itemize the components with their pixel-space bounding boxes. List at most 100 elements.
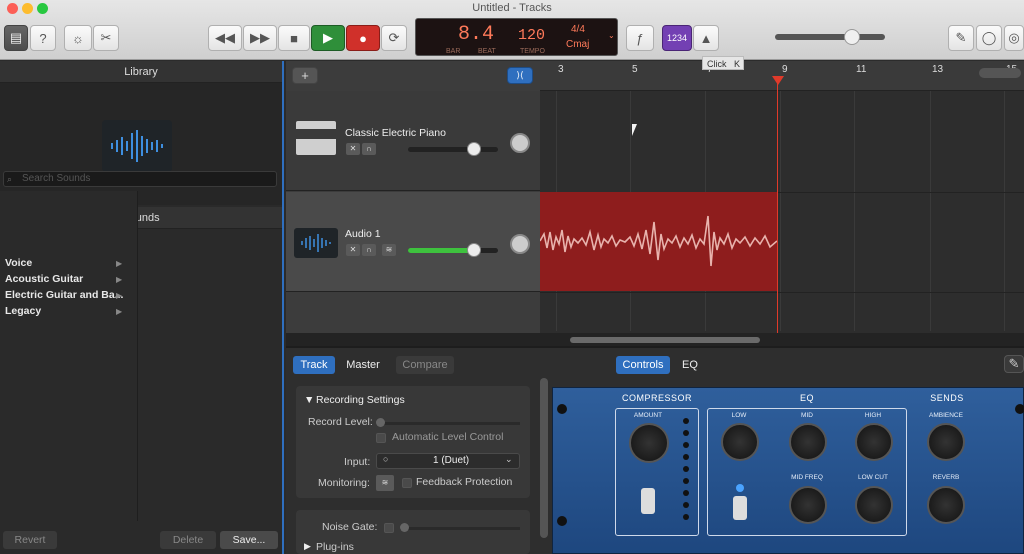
track-volume-slider[interactable] [408, 248, 498, 253]
master-volume-knob[interactable] [844, 29, 860, 45]
feedback-protection-checkbox[interactable] [402, 478, 412, 488]
noise-gate-handle[interactable] [400, 523, 409, 532]
solo-button[interactable]: ∩ [362, 143, 376, 155]
noise-gate-slider[interactable] [400, 527, 520, 530]
tab-master[interactable]: Master [339, 356, 387, 374]
mute-button[interactable]: ✕ [346, 244, 360, 256]
master-volume-slider[interactable] [775, 34, 885, 40]
reverb-knob[interactable] [927, 486, 965, 524]
position-readout: 8.4 [458, 23, 495, 46]
playhead[interactable] [777, 76, 778, 346]
pan-knob[interactable] [510, 234, 530, 254]
eq-indicator-led [736, 484, 744, 492]
editors-button[interactable]: ✂ [93, 25, 119, 51]
fast-forward-button[interactable]: ▶▶ [243, 25, 277, 51]
loops-button[interactable]: ◯ [976, 25, 1002, 51]
search-sounds-input[interactable]: Search Sounds [3, 171, 277, 187]
headphones-icon: ∩ [366, 144, 372, 153]
track-volume-knob[interactable] [467, 142, 481, 156]
monitoring-button[interactable]: ≋ [376, 475, 394, 491]
recording-settings-section: ▼ Recording Settings Record Level: Autom… [296, 386, 530, 498]
mid-knob[interactable] [789, 423, 827, 461]
high-knob[interactable] [855, 423, 893, 461]
record-level-handle[interactable] [376, 418, 385, 427]
input-select[interactable]: ○ 1 (Duet) ⌄ [376, 453, 520, 469]
metronome-button[interactable]: ▲ [693, 25, 719, 51]
lcd-display[interactable]: 8.4 BAR BEAT 120 TEMPO 4/4 Cmaj ⌄ [415, 18, 618, 56]
plugins-label[interactable]: Plug-ins [316, 541, 354, 553]
track-row-electric-piano[interactable]: Classic Electric Piano ✕ ∩ [286, 91, 540, 191]
library-toggle-button[interactable]: ▤ [4, 25, 28, 51]
monitor-icon: ≋ [381, 478, 389, 487]
compressor-toggle[interactable] [641, 488, 655, 514]
audio-region[interactable] [539, 192, 778, 291]
track-row-audio[interactable]: Audio 1 ✕ ∩ ≋ [286, 192, 540, 292]
noise-gate-checkbox[interactable] [384, 523, 394, 533]
rewind-button[interactable]: ◀◀ [208, 25, 242, 51]
eq-title: EQ [799, 393, 814, 403]
ruler-mark: 13 [932, 64, 944, 75]
help-icon: ? [39, 30, 47, 46]
low-label: LOW [731, 412, 747, 419]
track-volume-knob[interactable] [467, 243, 481, 257]
tooltip-text: Click [707, 59, 727, 69]
solo-button[interactable]: ∩ [362, 244, 376, 256]
ambience-knob[interactable] [927, 423, 965, 461]
delete-button[interactable]: Delete [160, 531, 216, 549]
scissors-icon: ✂ [100, 30, 112, 45]
library-item-voice[interactable]: Voice [5, 257, 125, 273]
playhead-handle[interactable] [772, 76, 784, 85]
low-cut-label: LOW CUT [858, 474, 888, 481]
tab-eq[interactable]: EQ [674, 356, 706, 374]
record-level-slider[interactable] [380, 422, 520, 425]
auto-level-checkbox[interactable] [376, 433, 386, 443]
headphones-icon: ∩ [366, 245, 372, 254]
vertical-scrollbar[interactable] [540, 378, 548, 538]
low-knob[interactable] [721, 423, 759, 461]
audio-track-icon [294, 228, 338, 258]
input-monitor-button[interactable]: ≋ [382, 244, 396, 256]
stop-button[interactable]: ■ [278, 25, 310, 51]
compressor-title: COMPRESSOR [621, 393, 692, 403]
mute-button[interactable]: ✕ [346, 143, 360, 155]
tab-compare[interactable]: Compare [396, 356, 454, 374]
horizontal-scrollbar[interactable] [570, 337, 760, 343]
help-button[interactable]: ? [30, 25, 56, 51]
library-item-legacy[interactable]: Legacy [5, 305, 125, 321]
noise-gate-label: Noise Gate: [322, 521, 378, 533]
notepad-button[interactable]: ✎ [948, 25, 974, 51]
record-button[interactable]: ● [346, 25, 380, 51]
count-in-button[interactable]: 1234 [662, 25, 692, 51]
eq-toggle[interactable] [733, 496, 747, 520]
mid-label: MID [801, 412, 813, 419]
plus-icon: + [301, 68, 309, 83]
level-meter [408, 248, 470, 253]
zoom-slider[interactable] [979, 68, 1021, 78]
compressor-meter [683, 418, 689, 526]
window-title: Untitled - Tracks [472, 2, 552, 14]
ruler-mark: 3 [558, 64, 564, 75]
library-item-electric-guitar[interactable]: Electric Guitar and Ba... [5, 289, 125, 305]
mid-freq-knob[interactable] [789, 486, 827, 524]
tuner-button[interactable]: ƒ [626, 25, 654, 51]
align-button[interactable]: ⟩⟨ [507, 67, 533, 84]
edit-button[interactable]: ✎ [1004, 355, 1024, 373]
tab-controls[interactable]: Controls [616, 356, 670, 374]
low-cut-knob[interactable] [855, 486, 893, 524]
revert-button[interactable]: Revert [3, 531, 57, 549]
rewind-icon: ◀◀ [215, 30, 235, 45]
media-browser-button[interactable]: ◎ [1004, 25, 1024, 51]
library-item-acoustic-guitar[interactable]: Acoustic Guitar [5, 273, 125, 289]
align-icon: ⟩⟨ [516, 70, 524, 80]
smart-controls-button[interactable]: ☼ [64, 25, 92, 51]
pan-knob[interactable] [510, 133, 530, 153]
play-button[interactable]: ▶ [311, 25, 345, 51]
grid-line [854, 91, 855, 331]
mute-icon: ✕ [349, 144, 357, 153]
cycle-button[interactable]: ⟳ [381, 25, 407, 51]
add-track-button[interactable]: + [292, 67, 318, 84]
save-button[interactable]: Save... [220, 531, 278, 549]
track-volume-slider[interactable] [408, 147, 498, 152]
amount-knob[interactable] [629, 423, 669, 463]
tab-track[interactable]: Track [293, 356, 335, 374]
